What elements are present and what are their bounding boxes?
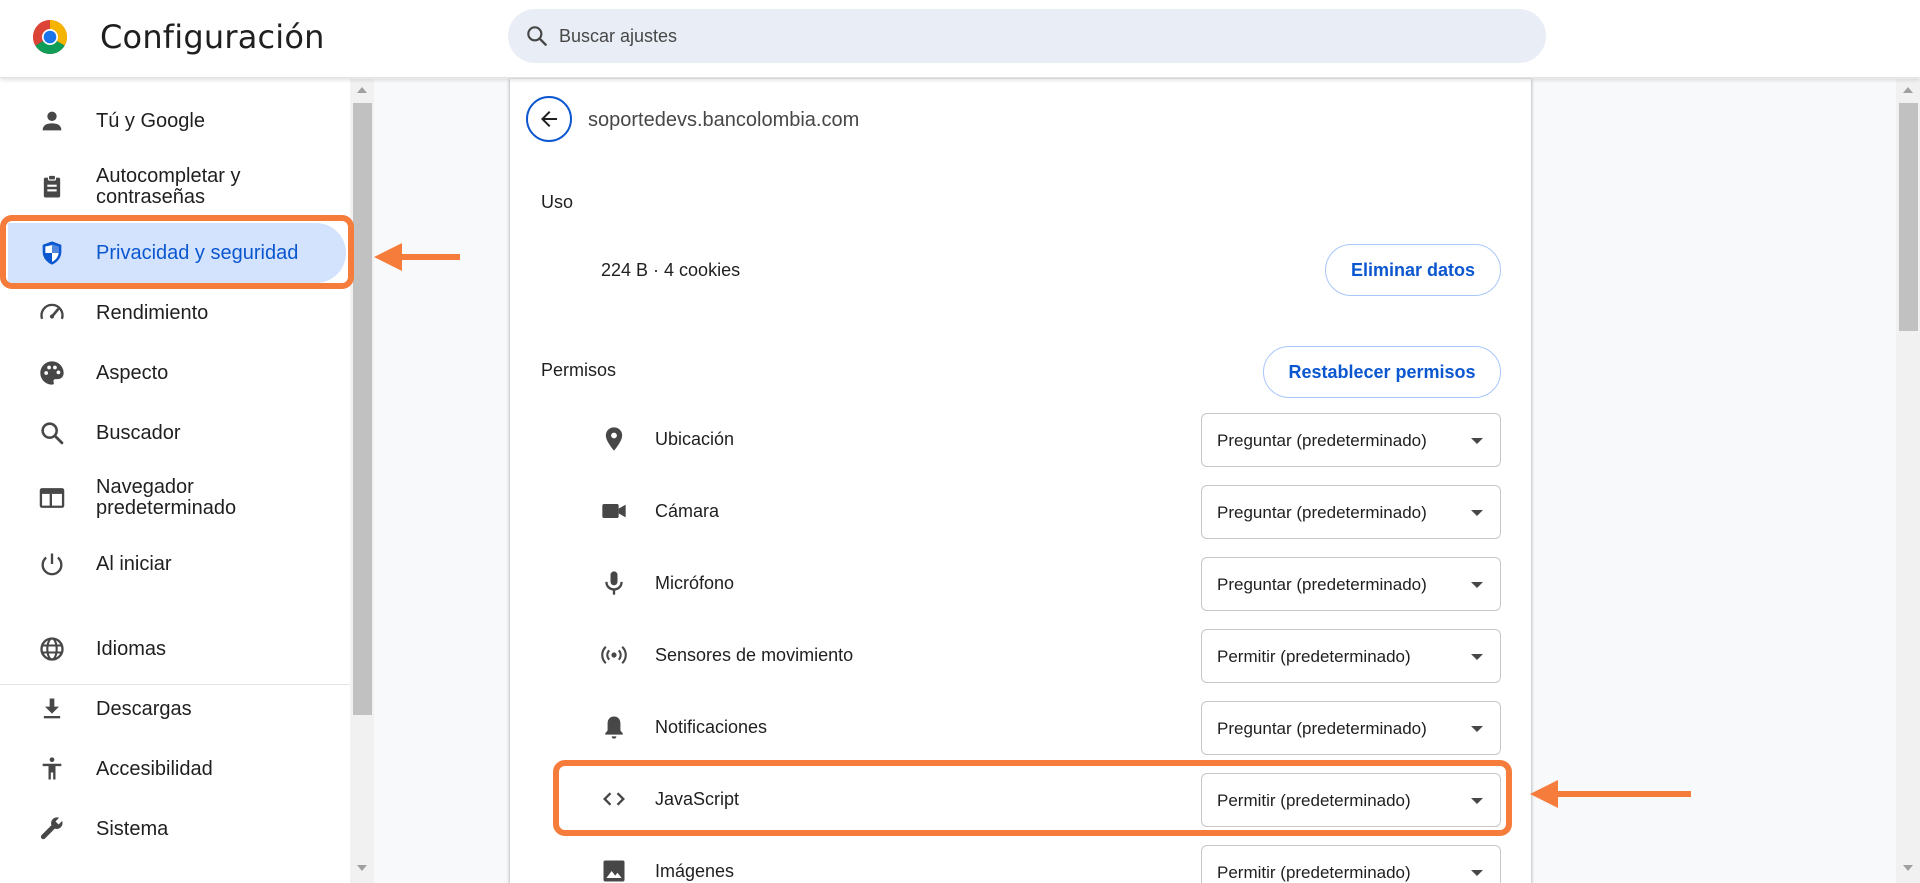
palette-icon — [40, 361, 64, 385]
select-value: Preguntar (predeterminado) — [1217, 575, 1427, 594]
sidebar-item-appearance[interactable]: Aspecto — [0, 343, 350, 403]
speedometer-icon — [40, 303, 64, 320]
permission-label: Imágenes — [655, 861, 735, 881]
app-header: Configuración — [0, 0, 1920, 78]
sidebar-scrollbar-thumb[interactable] — [353, 103, 372, 715]
permission-label: Notificaciones — [655, 717, 768, 737]
sidebar-item-default-browser[interactable]: Navegador predeterminado — [0, 468, 350, 528]
power-icon — [41, 553, 63, 576]
permission-select-images[interactable]: Permitir (predeterminado) — [1201, 845, 1501, 883]
search-input[interactable] — [559, 9, 1519, 63]
permission-label: Sensores de movimiento — [655, 645, 854, 665]
sidebar-item-on-startup[interactable]: Al iniciar — [0, 534, 350, 594]
permission-label: Micrófono — [655, 573, 735, 593]
sidebar-item-label: Idiomas — [96, 637, 167, 660]
clipboard-icon — [43, 174, 61, 198]
permission-row-notifications: Notificaciones Preguntar (predeterminado… — [510, 691, 1531, 763]
sidebar-item-label: Rendimiento — [96, 301, 209, 324]
sidebar-item-accessibility[interactable]: Accesibilidad — [0, 739, 350, 799]
caret-down-icon — [1471, 654, 1483, 660]
search-icon — [41, 422, 64, 445]
reset-permissions-button[interactable]: Restablecer permisos — [1263, 346, 1501, 398]
sidebar-item-label: Buscador — [96, 421, 181, 444]
sidebar-item-search-engine[interactable]: Buscador — [0, 403, 350, 463]
motion-sensor-icon — [601, 646, 627, 664]
permission-label: Cámara — [655, 501, 720, 521]
permission-select-notifications[interactable]: Preguntar (predeterminado) — [1201, 701, 1501, 755]
permission-row-camera: Cámara Preguntar (predeterminado) — [510, 475, 1531, 547]
accessibility-icon — [42, 757, 62, 780]
scroll-down-icon[interactable] — [357, 865, 367, 871]
delete-data-button[interactable]: Eliminar datos — [1325, 244, 1501, 296]
scroll-up-icon[interactable] — [1903, 87, 1913, 93]
permission-select-camera[interactable]: Preguntar (predeterminado) — [1201, 485, 1501, 539]
search-bar[interactable] — [508, 9, 1546, 63]
permission-row-location: Ubicación Preguntar (predeterminado) — [510, 403, 1531, 475]
annotation-arrow-privacy-shaft — [400, 254, 460, 260]
caret-down-icon — [1471, 438, 1483, 444]
permission-row-motion-sensors: Sensores de movimiento Permitir (predete… — [510, 619, 1531, 691]
permission-label: Ubicación — [655, 429, 735, 449]
permissions-heading: Permisos — [541, 360, 617, 380]
page-title: Configuración — [100, 18, 325, 56]
highlight-javascript-box — [553, 760, 1512, 836]
sidebar-item-label: Sistema — [96, 817, 169, 840]
permission-row-images: Imágenes Permitir (predeterminado) — [510, 835, 1531, 883]
sidebar-item-languages[interactable]: Idiomas — [0, 619, 350, 679]
permission-select-microphone[interactable]: Preguntar (predeterminado) — [1201, 557, 1501, 611]
sidebar-item-label: Navegador predeterminado — [96, 476, 237, 519]
permission-select-motion-sensors[interactable]: Permitir (predeterminado) — [1201, 629, 1501, 683]
usage-heading: Uso — [541, 192, 574, 212]
highlight-privacy-box — [0, 215, 354, 289]
annotation-arrow-javascript-shaft — [1556, 791, 1691, 797]
image-icon — [603, 860, 625, 882]
location-pin-icon — [605, 427, 623, 451]
permission-row-microphone: Micrófono Preguntar (predeterminado) — [510, 547, 1531, 619]
sidebar-scrollbar[interactable] — [350, 79, 374, 883]
wrench-icon — [40, 817, 63, 840]
sidebar: Tú y Google Autocompletar y contraseñas … — [0, 79, 350, 883]
sidebar-item-autofill[interactable]: Autocompletar y contraseñas — [0, 157, 350, 217]
sidebar-item-label: Autocompletar y contraseñas — [96, 165, 241, 208]
sidebar-item-downloads[interactable]: Descargas — [0, 679, 350, 739]
browser-icon — [39, 488, 65, 508]
select-value: Preguntar (predeterminado) — [1217, 503, 1427, 522]
sidebar-item-label: Aspecto — [96, 361, 169, 384]
main-scrollbar-thumb[interactable] — [1899, 103, 1918, 331]
select-value: Preguntar (predeterminado) — [1217, 719, 1427, 738]
annotation-arrow-javascript-icon — [1530, 780, 1558, 808]
permission-select-location[interactable]: Preguntar (predeterminado) — [1201, 413, 1501, 467]
caret-down-icon — [1471, 582, 1483, 588]
camera-icon — [602, 504, 626, 518]
sidebar-item-label: Accesibilidad — [96, 757, 213, 780]
download-icon — [43, 698, 61, 719]
site-title: soportedevs.bancolombia.com — [588, 109, 860, 131]
usage-text: 224 B · 4 cookies — [601, 260, 741, 280]
sidebar-item-performance[interactable]: Rendimiento — [0, 283, 350, 343]
chrome-logo-icon — [33, 20, 67, 54]
caret-down-icon — [1471, 726, 1483, 732]
microphone-icon — [605, 571, 623, 595]
caret-down-icon — [1471, 870, 1483, 876]
scroll-down-icon[interactable] — [1903, 865, 1913, 871]
main-scrollbar[interactable] — [1896, 79, 1920, 883]
sidebar-item-label: Al iniciar — [96, 552, 172, 575]
caret-down-icon — [1471, 510, 1483, 516]
person-icon — [42, 111, 62, 131]
search-icon — [527, 26, 547, 46]
select-value: Permitir (predeterminado) — [1217, 863, 1411, 882]
arrow-back-icon — [541, 111, 557, 127]
sidebar-item-system[interactable]: Sistema — [0, 799, 350, 859]
annotation-arrow-privacy-icon — [374, 243, 402, 271]
back-button[interactable] — [526, 96, 572, 142]
select-value: Preguntar (predeterminado) — [1217, 431, 1427, 450]
select-value: Permitir (predeterminado) — [1217, 647, 1411, 666]
sidebar-item-label: Descargas — [96, 697, 192, 720]
bell-icon — [605, 716, 623, 739]
sidebar-item-you-and-google[interactable]: Tú y Google — [0, 91, 350, 151]
globe-icon — [40, 637, 64, 661]
scroll-up-icon[interactable] — [357, 87, 367, 93]
sidebar-item-label: Tú y Google — [96, 109, 205, 132]
